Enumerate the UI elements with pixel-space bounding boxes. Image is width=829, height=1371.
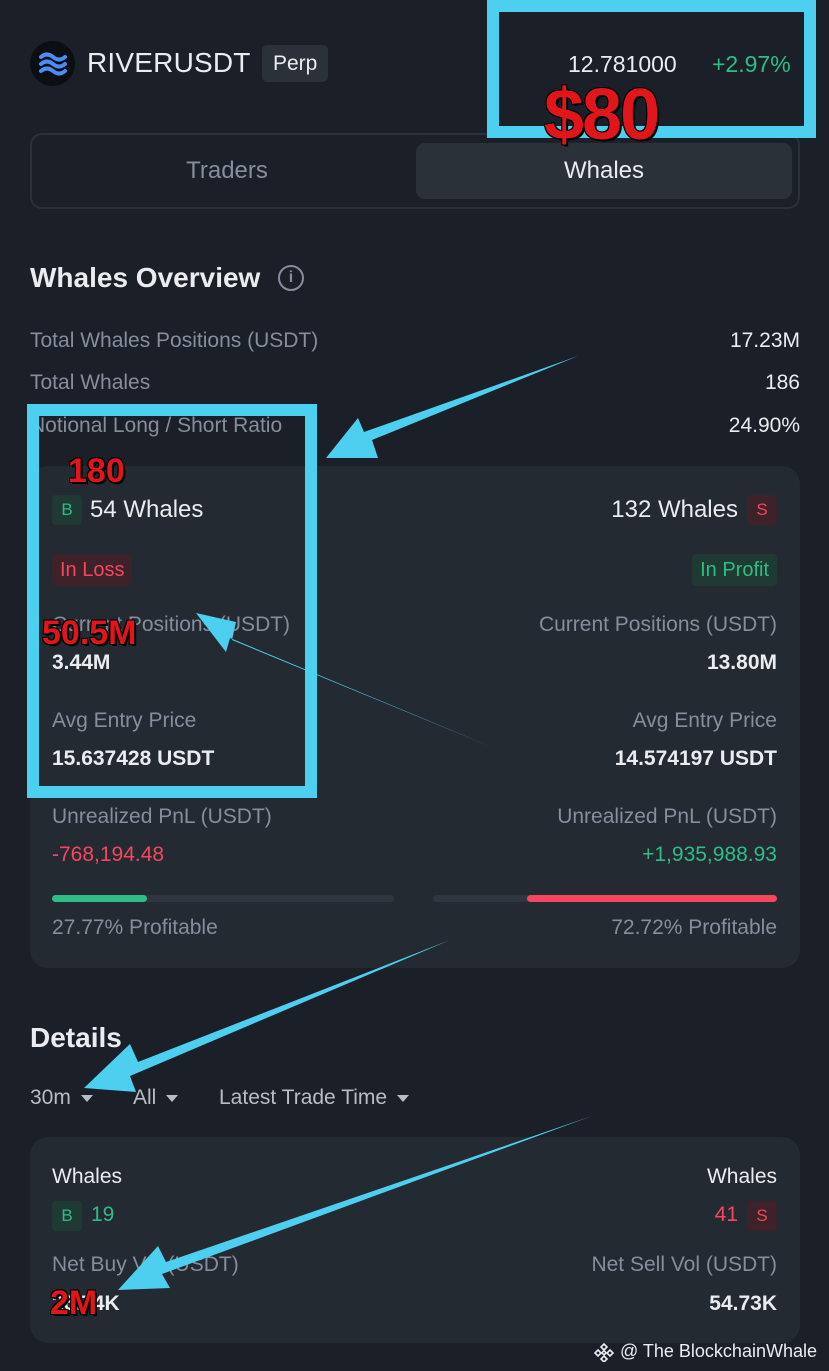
side-dropdown-label: All [133,1086,157,1109]
total-whales-value: 186 [764,371,800,394]
buy-whales-label: Whales [52,1165,123,1188]
side-dropdown[interactable]: All [133,1086,179,1110]
info-icon[interactable]: i [278,265,304,291]
total-positions-label: Total Whales Positions (USDT) [30,329,319,352]
token-logo-icon [30,41,75,86]
arrow-to-long-box [326,356,578,458]
watermark: @ The BlockchainWhale [593,1341,817,1362]
details-title: Details [30,1022,122,1053]
short-pnl-value: +1,935,988.93 [642,843,777,866]
sell-whales-count: 41 [714,1203,738,1226]
whales-annotation: 180 [68,452,125,490]
long-profitable-fill [52,895,147,902]
short-positions-value: 13.80M [706,651,777,674]
net-sell-vol-value: 54.73K [709,1292,777,1315]
short-profitable-bar [433,895,777,902]
total-whales-label: Total Whales [30,371,151,394]
interval-dropdown-label: 30m [30,1086,71,1109]
sell-badge: S [747,1201,777,1231]
total-positions-value: 17.23M [729,329,800,352]
view-tabs: Traders Whales [30,133,800,209]
binance-logo-icon [593,1342,614,1362]
contract-type-badge: Perp [262,45,329,82]
short-whales-count: 132 Whales [611,496,738,523]
short-entry-value: 14.574197 USDT [614,747,777,770]
chevron-down-icon [166,1094,179,1102]
overview-title: Whales Overview [30,262,261,293]
watermark-text: @ The BlockchainWhale [619,1341,817,1361]
sell-whales-label: Whales [706,1165,777,1188]
long-short-ratio-value: 24.90% [728,414,800,437]
details-card [30,1137,800,1343]
tab-traders[interactable]: Traders [40,143,414,199]
short-positions-label: Current Positions (USDT) [538,613,777,636]
sort-dropdown-label: Latest Trade Time [219,1086,388,1109]
symbol-title[interactable]: RIVERUSDT [87,47,251,79]
short-profitable-fill [526,895,777,902]
short-entry-label: Avg Entry Price [632,709,777,732]
long-pnl-label: Unrealized PnL (USDT) [52,805,272,828]
sell-badge: S [747,495,777,525]
long-pnl-value: -768,194.48 [52,843,165,866]
chevron-down-icon [397,1094,410,1102]
interval-dropdown[interactable]: 30m [30,1086,93,1110]
net-buy-vol-label: Net Buy Vol (USDT) [52,1253,239,1276]
buy-badge: B [52,1201,82,1231]
position-annotation: 50.5M [42,614,137,652]
volume-annotation: 2M [50,1284,98,1322]
short-profitable-text: 72.72% Profitable [611,916,777,939]
long-profitable-bar [52,895,394,902]
in-profit-tag: In Profit [692,554,777,586]
long-profitable-text: 27.77% Profitable [52,916,218,939]
sort-dropdown[interactable]: Latest Trade Time [219,1086,410,1110]
net-sell-vol-label: Net Sell Vol (USDT) [591,1253,777,1276]
chevron-down-icon [80,1094,93,1102]
price-annotation: $80 [544,75,660,155]
buy-whales-count: 19 [91,1203,115,1226]
short-pnl-label: Unrealized PnL (USDT) [557,805,777,828]
